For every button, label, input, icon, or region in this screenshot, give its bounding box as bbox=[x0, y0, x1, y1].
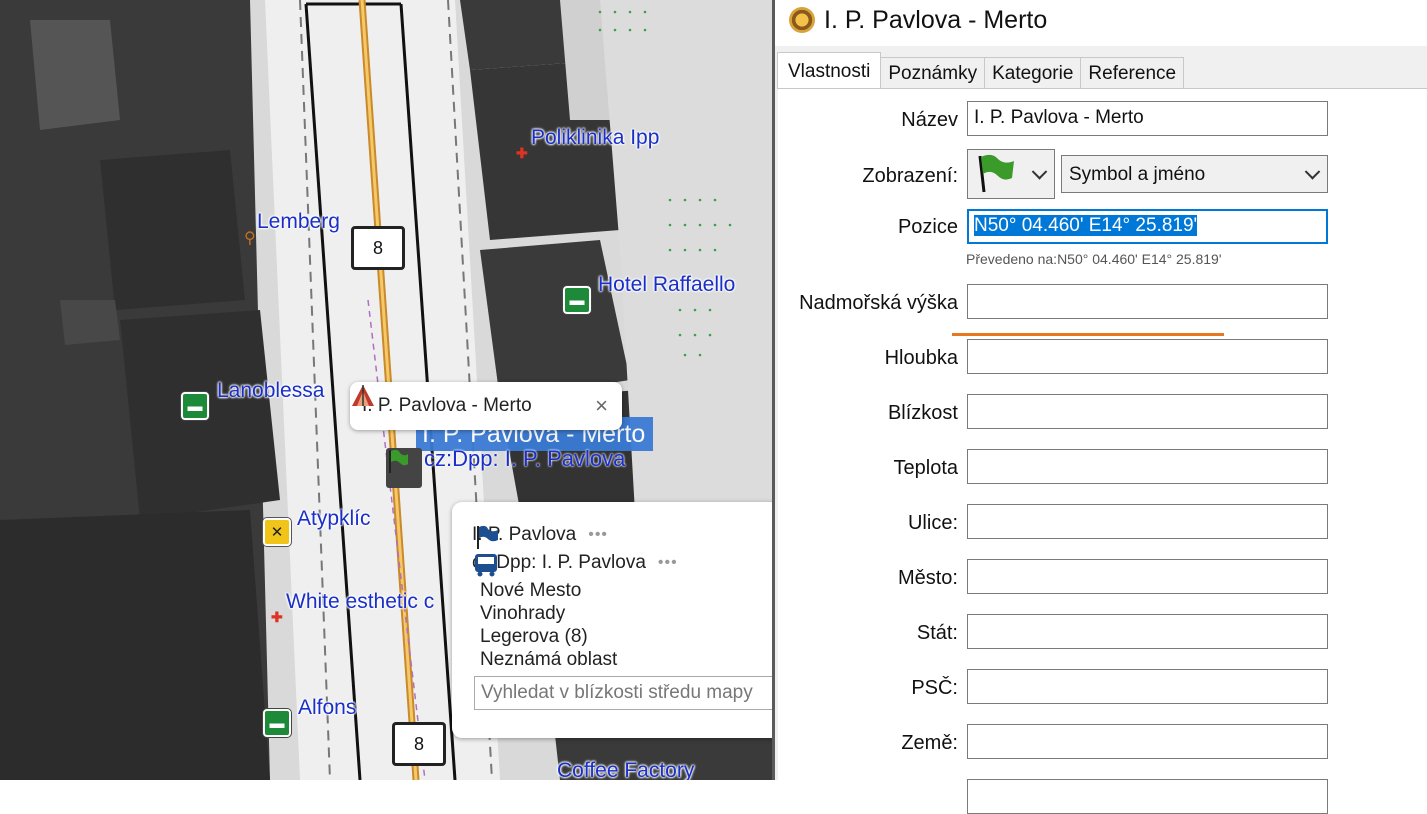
poi-label[interactable]: Poliklinika Ipp bbox=[531, 127, 659, 148]
attraction-icon[interactable]: ⚲ bbox=[244, 228, 256, 248]
name-label: Název bbox=[901, 109, 958, 131]
position-label: Pozice bbox=[897, 216, 958, 238]
blue-flag-icon bbox=[477, 525, 498, 549]
poi-label[interactable]: Hotel Raffaello bbox=[598, 274, 735, 295]
properties-panel: Název I. P. Pavlova - Merto Zobrazení: S… bbox=[778, 88, 1427, 814]
name-field[interactable]: I. P. Pavlova - Merto bbox=[967, 101, 1328, 136]
zip-label: PSČ: bbox=[911, 677, 958, 699]
address-line: Vinohrady bbox=[480, 603, 566, 624]
display-mode-select[interactable]: Symbol a jméno bbox=[1061, 155, 1328, 193]
more-icon[interactable]: ••• bbox=[658, 554, 678, 572]
poi-label[interactable]: Lanoblessa bbox=[217, 380, 324, 401]
address-line: Neznámá oblast bbox=[480, 649, 618, 670]
converted-position-text: Převedeno na:N50° 04.460' E14° 25.819' bbox=[966, 251, 1222, 267]
tram-route-badge[interactable]: 8 bbox=[351, 226, 405, 270]
hotel-icon[interactable]: ▬ bbox=[563, 286, 591, 314]
tab-bar: Vlastnosti Poznámky Kategorie Reference bbox=[777, 52, 1185, 89]
street-field[interactable] bbox=[967, 504, 1328, 539]
tab-vlastnosti[interactable]: Vlastnosti bbox=[777, 52, 882, 89]
tram-route-badge[interactable]: 8 bbox=[392, 722, 446, 766]
popup-item[interactable]: cz:Dpp: I. P. Pavlova ••• bbox=[472, 552, 678, 577]
altitude-field[interactable] bbox=[967, 284, 1328, 319]
chevron-down-icon bbox=[1031, 164, 1048, 180]
poi-label[interactable]: Atypklíc bbox=[297, 508, 371, 529]
tab-poznamky[interactable]: Poznámky bbox=[880, 57, 986, 89]
medical-icon[interactable]: ✚ bbox=[271, 610, 283, 624]
next-field[interactable] bbox=[967, 779, 1328, 814]
city-field[interactable] bbox=[967, 559, 1328, 594]
flag-icon bbox=[978, 154, 1014, 193]
poi-label[interactable]: Coffee Factory bbox=[557, 760, 694, 780]
more-icon[interactable]: ••• bbox=[588, 526, 608, 544]
address-line: Nové Mesto bbox=[480, 580, 582, 601]
depth-label: Hloubka bbox=[884, 347, 958, 369]
chevron-down-icon bbox=[1304, 164, 1321, 180]
tab-reference[interactable]: Reference bbox=[1080, 57, 1185, 89]
waypoint-tooltip[interactable]: I. P. Pavlova - Merto × bbox=[350, 382, 622, 430]
temperature-field[interactable] bbox=[967, 449, 1328, 484]
proximity-label: Blízkost bbox=[887, 402, 958, 424]
symbol-picker[interactable] bbox=[967, 149, 1055, 199]
zip-field[interactable] bbox=[967, 669, 1328, 704]
restaurant-icon[interactable]: ✕ bbox=[263, 518, 291, 546]
tooltip-title: I. P. Pavlova - Merto bbox=[362, 395, 532, 416]
altitude-label: Nadmořská výška bbox=[799, 292, 958, 314]
city-label: Město: bbox=[897, 567, 958, 589]
waypoint-marker[interactable] bbox=[386, 448, 422, 488]
position-value: N50° 04.460' E14° 25.819' bbox=[974, 215, 1198, 236]
hotel-icon[interactable]: ▬ bbox=[263, 709, 291, 737]
position-field[interactable]: N50° 04.460' E14° 25.819' bbox=[967, 209, 1328, 244]
proximity-field[interactable] bbox=[967, 394, 1328, 429]
flag-icon bbox=[389, 449, 408, 473]
poi-label[interactable]: Alfons bbox=[298, 697, 356, 718]
stop-label[interactable]: cz:Dpp: I. P. Pavlova bbox=[424, 446, 625, 472]
tab-kategorie[interactable]: Kategorie bbox=[984, 57, 1082, 89]
popup-item[interactable]: I. P. Pavlova ••• bbox=[472, 524, 608, 549]
map-view[interactable]: ✚ Poliklinika Ipp ⚲ Lemberg ▬ Hotel Raff… bbox=[0, 0, 772, 780]
info-popup: I. P. Pavlova ••• cz:Dpp: I. P. Pavlova … bbox=[452, 502, 772, 738]
waypoint-properties-dialog: I. P. Pavlova - Merto Vlastnosti Poznámk… bbox=[772, 0, 1427, 814]
medical-icon[interactable]: ✚ bbox=[516, 146, 528, 160]
display-mode-value: Symbol a jméno bbox=[1069, 164, 1206, 185]
bus-icon bbox=[475, 554, 497, 577]
country-field[interactable] bbox=[967, 724, 1328, 759]
country-label: Země: bbox=[901, 732, 958, 754]
temperature-label: Teplota bbox=[893, 457, 959, 479]
nearby-search-input[interactable]: Vyhledat v blízkosti středu mapy bbox=[474, 676, 772, 710]
state-label: Stát: bbox=[916, 622, 958, 644]
focus-underline bbox=[952, 333, 1224, 336]
dialog-title: I. P. Pavlova - Merto bbox=[824, 6, 1048, 34]
depth-field[interactable] bbox=[967, 339, 1328, 374]
geocache-icon bbox=[789, 7, 815, 33]
state-field[interactable] bbox=[967, 614, 1328, 649]
title-bar: I. P. Pavlova - Merto bbox=[775, 0, 1427, 46]
display-label: Zobrazení: bbox=[862, 165, 958, 187]
poi-label[interactable]: Lemberg bbox=[257, 211, 340, 232]
close-icon[interactable]: × bbox=[595, 393, 608, 419]
hotel-icon[interactable]: ▬ bbox=[181, 392, 209, 420]
address-line: Legerova (8) bbox=[480, 626, 588, 647]
poi-label[interactable]: White esthetic c bbox=[286, 591, 434, 612]
waypoint-type-icon bbox=[352, 385, 374, 406]
street-label: Ulice: bbox=[907, 512, 958, 534]
